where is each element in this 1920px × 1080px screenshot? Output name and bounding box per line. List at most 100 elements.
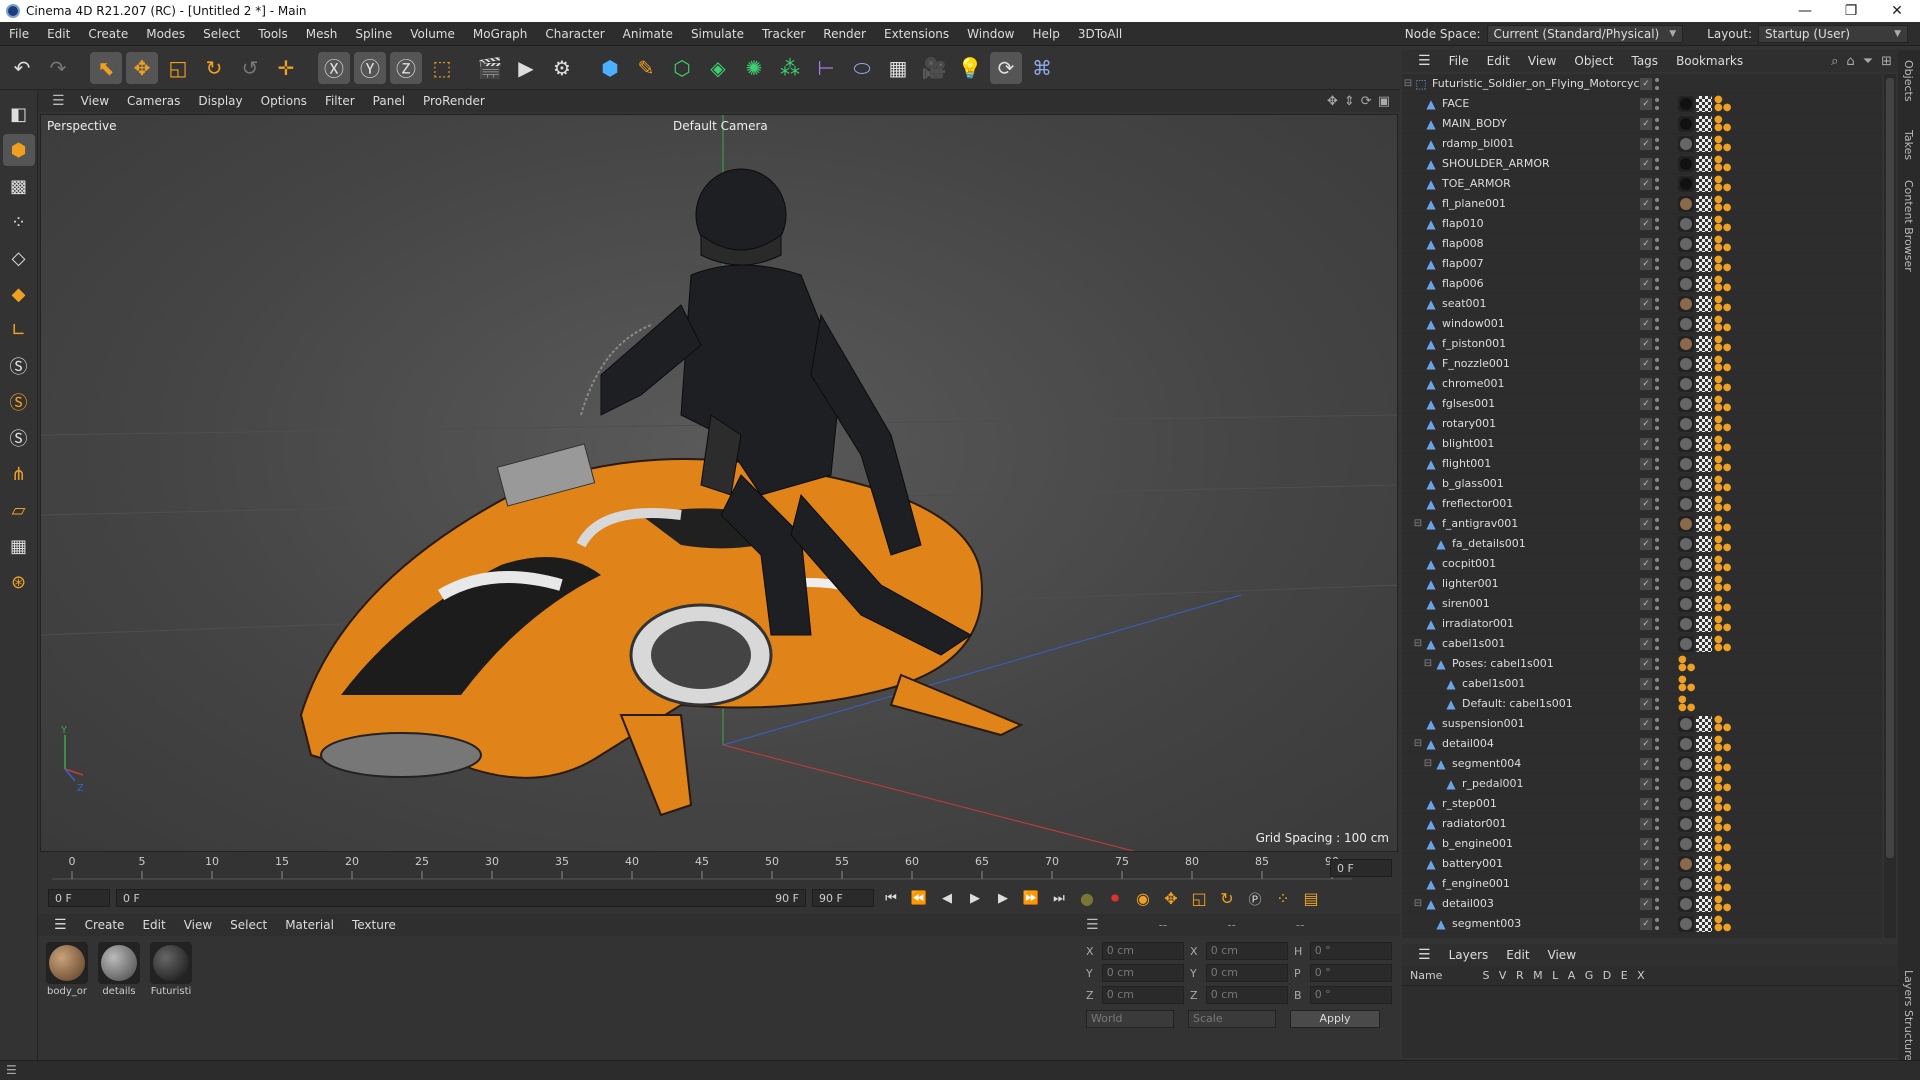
enabled-check-icon[interactable]: ✓ bbox=[1640, 657, 1652, 670]
scale-select[interactable]: Scale bbox=[1188, 1010, 1276, 1028]
material-tag-icon[interactable] bbox=[1678, 795, 1694, 812]
vp-menu-prorender[interactable]: ProRender bbox=[415, 94, 493, 108]
tab-objects[interactable]: Objects bbox=[1902, 60, 1915, 102]
phong-tag-icon[interactable]: ● ●● bbox=[1678, 654, 1695, 672]
texture-tag-icon[interactable] bbox=[1696, 575, 1712, 592]
tree-row[interactable]: ▲ suspension001 ✓ ● ●● bbox=[1402, 714, 1882, 734]
visibility-dots-icon[interactable] bbox=[1655, 77, 1659, 90]
material-swatch[interactable]: details bbox=[96, 942, 142, 1046]
phong-tag-icon[interactable]: ● ●● bbox=[1714, 574, 1731, 592]
rotation-b-field[interactable]: 0 ° bbox=[1309, 986, 1392, 1004]
tree-row[interactable]: ⊟ ▲ Poses: cabel1s001 ✓ ● ●● bbox=[1402, 654, 1882, 674]
enabled-check-icon[interactable]: ✓ bbox=[1640, 517, 1652, 530]
texture-tag-icon[interactable] bbox=[1696, 635, 1712, 652]
vp-menu-options[interactable]: Options bbox=[253, 94, 315, 108]
tree-row[interactable]: ▲ freflector001 ✓ ● ●● bbox=[1402, 494, 1882, 514]
menu-window[interactable]: Window bbox=[958, 27, 1023, 41]
recent-tool-icon[interactable]: ↺ bbox=[234, 52, 266, 84]
phong-tag-icon[interactable]: ● ●● bbox=[1714, 434, 1731, 452]
texture-tag-icon[interactable] bbox=[1696, 835, 1712, 852]
tree-row[interactable]: ⊟ ▲ cabel1s001 ✓ ● ●● bbox=[1402, 634, 1882, 654]
mograph-icon[interactable]: ⁂ bbox=[774, 52, 806, 84]
visibility-dots-icon[interactable] bbox=[1655, 897, 1659, 910]
visibility-dots-icon[interactable] bbox=[1655, 157, 1659, 170]
material-tag-icon[interactable] bbox=[1678, 115, 1694, 132]
texture-tag-icon[interactable] bbox=[1696, 915, 1712, 932]
menu-mograph[interactable]: MoGraph bbox=[464, 27, 537, 41]
material-tag-icon[interactable] bbox=[1678, 415, 1694, 432]
visibility-dots-icon[interactable] bbox=[1655, 237, 1659, 250]
coord-menu-size[interactable]: -- bbox=[1227, 918, 1236, 932]
keyframe-selection-icon[interactable]: ◉ bbox=[1132, 887, 1154, 909]
texture-tag-icon[interactable] bbox=[1696, 795, 1712, 812]
tree-row[interactable]: ▲ f_engine001 ✓ ● ●● bbox=[1402, 874, 1882, 894]
material-tag-icon[interactable] bbox=[1678, 615, 1694, 632]
material-tag-icon[interactable] bbox=[1678, 915, 1694, 932]
tree-row[interactable]: ▲ cabel1s001 ✓ ● ●● bbox=[1402, 674, 1882, 694]
material-swatch[interactable]: Futuristi bbox=[148, 942, 194, 1046]
tree-row[interactable]: ▲ SHOULDER_ARMOR ✓ ● ●● bbox=[1402, 154, 1882, 174]
tree-row[interactable]: ▲ battery001 ✓ ● ●● bbox=[1402, 854, 1882, 874]
obj-menu-tags[interactable]: Tags bbox=[1623, 54, 1666, 68]
material-tag-icon[interactable] bbox=[1678, 215, 1694, 232]
phong-tag-icon[interactable]: ● ●● bbox=[1714, 734, 1731, 752]
enabled-check-icon[interactable]: ✓ bbox=[1640, 317, 1652, 330]
enabled-check-icon[interactable]: ✓ bbox=[1640, 477, 1652, 490]
texture-tag-icon[interactable] bbox=[1696, 395, 1712, 412]
texture-tag-icon[interactable] bbox=[1696, 375, 1712, 392]
enabled-check-icon[interactable]: ✓ bbox=[1640, 757, 1652, 770]
visibility-dots-icon[interactable] bbox=[1655, 617, 1659, 630]
menu-modes[interactable]: Modes bbox=[137, 27, 194, 41]
texture-tag-icon[interactable] bbox=[1696, 895, 1712, 912]
texture-mode-icon[interactable]: ▩ bbox=[3, 170, 35, 202]
texture-tag-icon[interactable] bbox=[1696, 195, 1712, 212]
texture-tag-icon[interactable] bbox=[1696, 735, 1712, 752]
hamburger-icon[interactable]: ☰ bbox=[46, 93, 71, 109]
undo-icon[interactable]: ↶ bbox=[6, 52, 38, 84]
texture-tag-icon[interactable] bbox=[1696, 455, 1712, 472]
enabled-check-icon[interactable]: ✓ bbox=[1640, 697, 1652, 710]
phong-tag-icon[interactable]: ● ●● bbox=[1714, 134, 1731, 152]
size-z-field[interactable]: 0 cm bbox=[1205, 986, 1288, 1004]
tab-layers[interactable]: Layers bbox=[1902, 970, 1915, 1006]
phong-tag-icon[interactable]: ● ●● bbox=[1714, 454, 1731, 472]
texture-tag-icon[interactable] bbox=[1696, 555, 1712, 572]
visibility-dots-icon[interactable] bbox=[1655, 797, 1659, 810]
z-axis-lock-icon[interactable]: Ⓩ bbox=[390, 51, 422, 84]
menu-select[interactable]: Select bbox=[194, 27, 249, 41]
pan-icon[interactable]: ✥ bbox=[1327, 94, 1338, 109]
phong-tag-icon[interactable]: ● ●● bbox=[1714, 194, 1731, 212]
texture-tag-icon[interactable] bbox=[1696, 135, 1712, 152]
collapse-icon[interactable]: ⊟ bbox=[1412, 638, 1424, 649]
collapse-icon[interactable]: ⊟ bbox=[1412, 518, 1424, 529]
tab-content-browser[interactable]: Content Browser bbox=[1902, 180, 1915, 272]
tree-row[interactable]: ▲ f_piston001 ✓ ● ●● bbox=[1402, 334, 1882, 354]
prev-frame-icon[interactable]: ◀ bbox=[936, 887, 958, 909]
visibility-dots-icon[interactable] bbox=[1655, 137, 1659, 150]
visibility-dots-icon[interactable] bbox=[1655, 297, 1659, 310]
deformer-icon[interactable]: ⊢ bbox=[810, 52, 842, 84]
material-tag-icon[interactable] bbox=[1678, 395, 1694, 412]
phong-tag-icon[interactable]: ● ●● bbox=[1714, 174, 1731, 192]
phong-tag-icon[interactable]: ● ●● bbox=[1714, 314, 1731, 332]
tree-row[interactable]: ▲ flap008 ✓ ● ●● bbox=[1402, 234, 1882, 254]
tree-row[interactable]: ▲ cocpit001 ✓ ● ●● bbox=[1402, 554, 1882, 574]
material-tag-icon[interactable] bbox=[1678, 775, 1694, 792]
tree-row[interactable]: ▲ r_step001 ✓ ● ●● bbox=[1402, 794, 1882, 814]
render-view-icon[interactable]: 🎬 bbox=[474, 52, 506, 84]
enabled-check-icon[interactable]: ✓ bbox=[1640, 597, 1652, 610]
tree-row[interactable]: ▲ radiator001 ✓ ● ●● bbox=[1402, 814, 1882, 834]
mat-menu-texture[interactable]: Texture bbox=[344, 918, 404, 932]
visibility-dots-icon[interactable] bbox=[1655, 197, 1659, 210]
timeline-current-frame-field[interactable]: 0 F bbox=[1330, 859, 1392, 877]
texture-tag-icon[interactable] bbox=[1696, 275, 1712, 292]
material-tag-icon[interactable] bbox=[1678, 335, 1694, 352]
current-frame-field[interactable]: 0 F bbox=[48, 889, 110, 907]
visibility-dots-icon[interactable] bbox=[1655, 737, 1659, 750]
material-tag-icon[interactable] bbox=[1678, 855, 1694, 872]
status-menu-icon[interactable]: ☰ bbox=[6, 1063, 17, 1077]
menu-tracker[interactable]: Tracker bbox=[753, 27, 814, 41]
tree-row[interactable]: ▲ flight001 ✓ ● ●● bbox=[1402, 454, 1882, 474]
enabled-check-icon[interactable]: ✓ bbox=[1640, 377, 1652, 390]
material-tag-icon[interactable] bbox=[1678, 315, 1694, 332]
